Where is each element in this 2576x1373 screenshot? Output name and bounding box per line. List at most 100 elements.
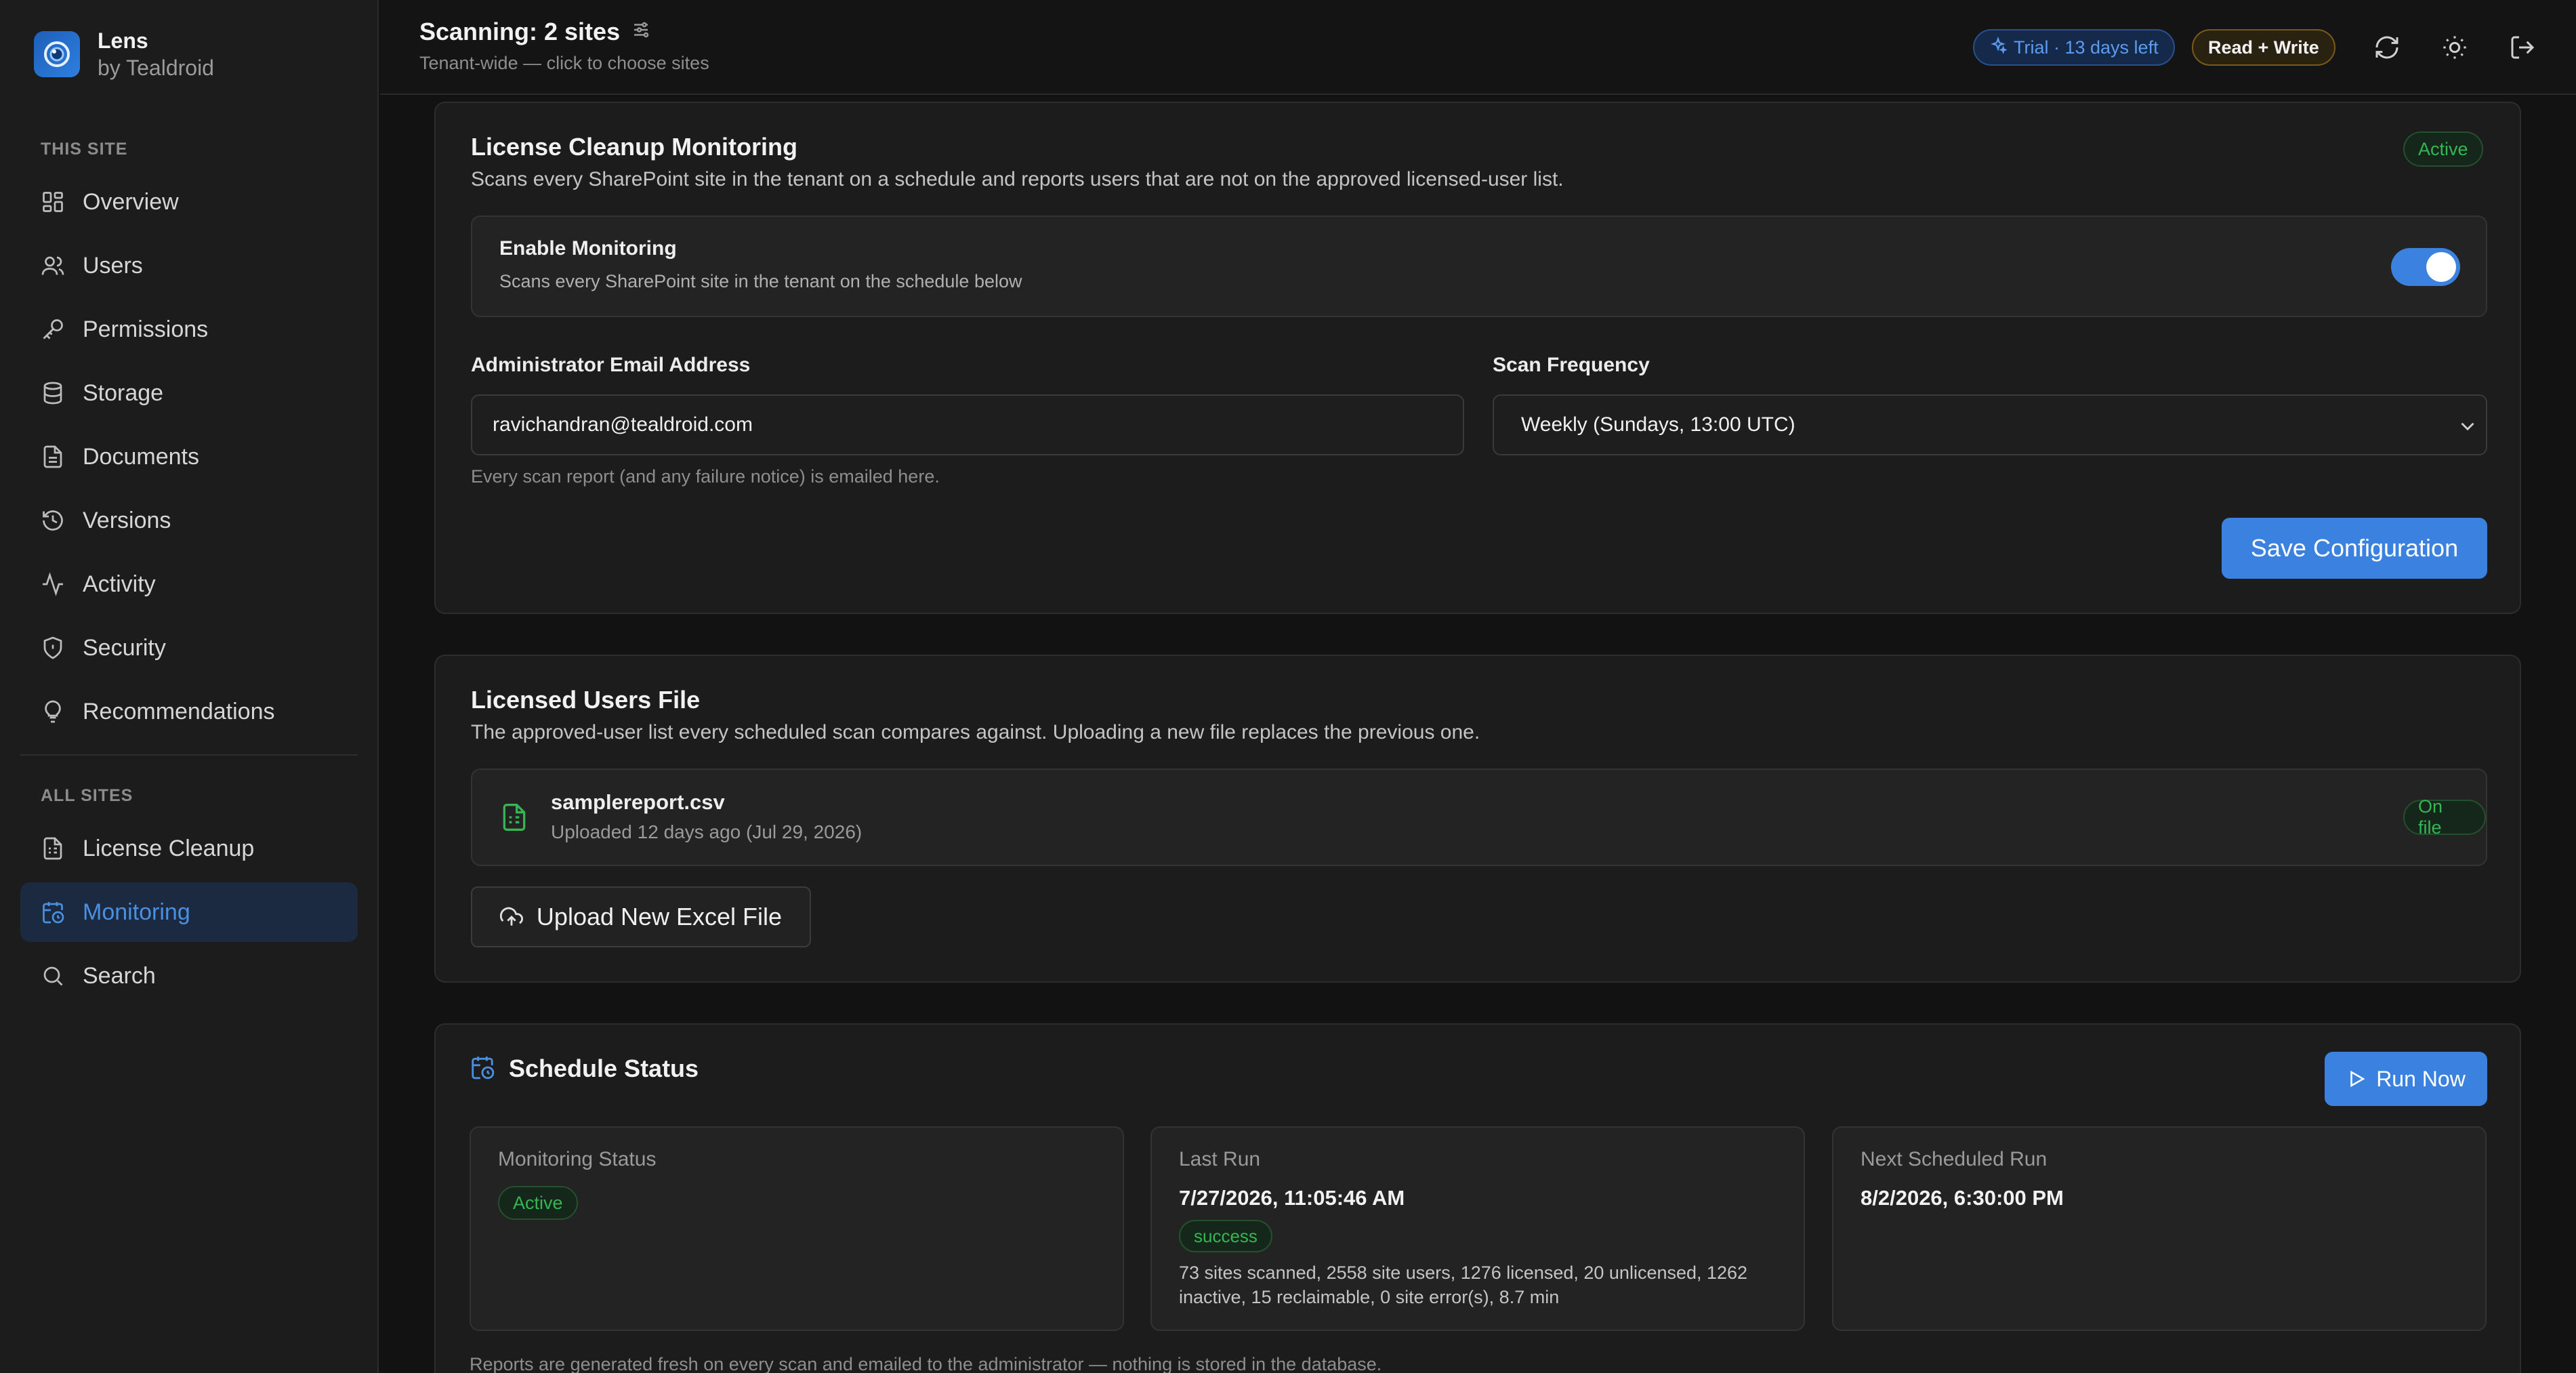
sidebar-item-label: Permissions [83,316,209,342]
enable-monitoring-toggle[interactable] [2391,248,2460,286]
sidebar-item-documents[interactable]: Documents [20,427,358,487]
monitoring-title: License Cleanup Monitoring [471,133,798,161]
section-label-this-site: THIS SITE [41,140,128,159]
sidebar-item-label: Monitoring [83,899,190,925]
sidebar-item-label: Search [83,962,156,989]
monitoring-card: License Cleanup Monitoring Scans every S… [434,102,2521,614]
sidebar-item-label: Security [83,634,166,661]
access-mode-badge[interactable]: Read + Write [2192,29,2335,66]
trial-badge[interactable]: Trial · 13 days left [1973,29,2175,66]
scan-subtitle[interactable]: Tenant-wide — click to choose sites [419,53,709,74]
topbar: Scanning: 2 sites Tenant-wide — click to… [380,0,2576,95]
sidebar-item-storage[interactable]: Storage [20,363,358,423]
chevron-down-icon [2456,415,2479,443]
scan-frequency-value: Weekly (Sundays, 13:00 UTC) [1521,413,1795,436]
enable-monitoring-description: Scans every SharePoint site in the tenan… [499,271,1022,291]
shield-icon [39,634,66,661]
refresh-icon[interactable] [2371,31,2403,64]
sidebar-item-users[interactable]: Users [20,236,358,295]
key-icon [39,316,66,343]
grid-icon [39,188,66,216]
run-now-label: Run Now [2376,1066,2466,1091]
sidebar-item-overview[interactable]: Overview [20,172,358,232]
scan-frequency-select[interactable]: Weekly (Sundays, 13:00 UTC) [1493,394,2487,455]
sidebar: Lens by Tealdroid THIS SITE Overview Use… [0,0,379,1373]
database-icon [39,380,66,407]
enable-monitoring-title: Enable Monitoring [499,237,677,260]
licensed-title: Licensed Users File [471,686,701,714]
licensed-file-row: samplereport.csv Uploaded 12 days ago (J… [471,769,2487,866]
schedule-title: Schedule Status [509,1054,699,1082]
run-now-button[interactable]: Run Now [2325,1052,2487,1106]
next-run-box: Next Scheduled Run 8/2/2026, 6:30:00 PM [1832,1126,2487,1331]
logout-icon[interactable] [2506,31,2539,64]
sidebar-item-label: License Cleanup [83,835,255,861]
licensed-description: The approved-user list every scheduled s… [471,721,1480,743]
sidebar-item-label: Overview [83,188,179,215]
brand-subtitle: by Tealdroid [98,56,214,80]
sidebar-item-label: Versions [83,507,171,533]
last-run-value: 7/27/2026, 11:05:46 AM [1179,1186,1405,1210]
licensed-users-card: Licensed Users File The approved-user li… [434,655,2521,983]
upload-excel-button[interactable]: Upload New Excel File [471,886,811,947]
sparkles-icon [1989,36,2014,59]
email-label: Administrator Email Address [471,354,751,376]
calendar-clock-icon [39,899,66,926]
monitoring-status-label: Monitoring Status [498,1148,657,1170]
brand-name: Lens [98,28,148,53]
admin-email-input[interactable]: ravichandran@tealdroid.com [471,394,1464,455]
email-hint: Every scan report (and any failure notic… [471,466,940,487]
section-label-all-sites: ALL SITES [41,786,133,805]
sidebar-item-search[interactable]: Search [20,946,358,1006]
monitoring-status-value: Active [498,1186,578,1220]
monitoring-status-badge: Active [2403,131,2483,167]
sheet-icon [39,835,66,862]
lens-logo-icon [34,31,80,77]
sidebar-item-security[interactable]: Security [20,618,358,678]
sidebar-item-label: Activity [83,571,156,597]
save-configuration-button[interactable]: Save Configuration [2222,518,2487,579]
upload-button-label: Upload New Excel File [536,903,783,930]
cloud-upload-icon [499,905,523,928]
trial-text: Trial · 13 days left [2014,37,2159,58]
sidebar-item-label: Documents [83,443,199,470]
history-icon [39,507,66,534]
play-icon [2346,1069,2367,1089]
document-icon [39,443,66,470]
sidebar-item-activity[interactable]: Activity [20,554,358,614]
sidebar-divider [20,754,358,756]
sidebar-item-permissions[interactable]: Permissions [20,300,358,359]
lightbulb-icon [39,698,66,725]
last-run-status-badge: success [1179,1220,1272,1252]
sidebar-item-versions[interactable]: Versions [20,491,358,550]
theme-toggle-sun-icon[interactable] [2438,31,2471,64]
next-run-label: Next Scheduled Run [1861,1148,2048,1170]
file-name: samplereport.csv [551,790,725,814]
last-run-box: Last Run 7/27/2026, 11:05:46 AM success … [1150,1126,1805,1331]
file-status-badge: On file [2403,796,2486,838]
sidebar-item-label: Storage [83,380,164,406]
schedule-footnote: Reports are generated fresh on every sca… [470,1354,1382,1373]
spreadsheet-file-icon [499,801,529,837]
monitoring-description: Scans every SharePoint site in the tenan… [471,168,1564,190]
last-run-summary: 73 sites scanned, 2558 site users, 1276 … [1179,1263,1748,1307]
sidebar-item-label: Recommendations [83,698,275,724]
next-run-value: 8/2/2026, 6:30:00 PM [1861,1186,2064,1210]
sidebar-item-label: Users [83,252,143,279]
sidebar-item-license-cleanup[interactable]: License Cleanup [20,819,358,878]
users-icon [39,252,66,279]
activity-icon [39,571,66,598]
brand[interactable]: Lens by Tealdroid [34,27,214,81]
sidebar-item-monitoring[interactable]: Monitoring [20,882,358,942]
file-upload-meta: Uploaded 12 days ago (Jul 29, 2026) [551,821,863,842]
calendar-clock-icon [470,1054,495,1084]
monitoring-status-box: Monitoring Status Active [470,1126,1124,1331]
enable-monitoring-row: Enable Monitoring Scans every SharePoint… [471,216,2487,317]
sidebar-item-recommendations[interactable]: Recommendations [20,682,358,741]
search-icon [39,962,66,989]
sliders-icon [631,18,651,46]
frequency-label: Scan Frequency [1493,354,1650,376]
site-scope-selector[interactable]: Scanning: 2 sites [419,18,651,46]
scan-title: Scanning: 2 sites [419,18,621,45]
toggle-knob [2426,252,2456,282]
